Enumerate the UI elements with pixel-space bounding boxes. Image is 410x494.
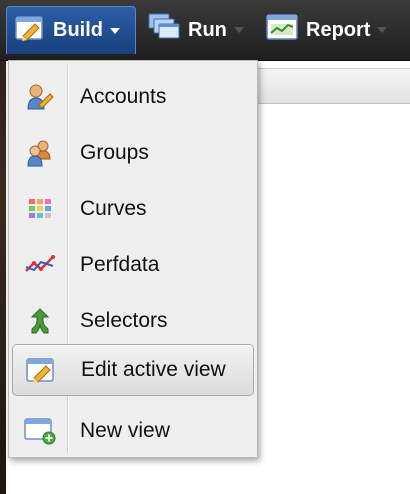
menu-item-new-view[interactable]: New view	[12, 405, 254, 457]
report-menu-button[interactable]: Report	[258, 6, 410, 54]
color-grid-icon	[12, 183, 68, 235]
menu-item-groups[interactable]: Groups	[12, 127, 254, 179]
menu-item-label: New view	[80, 419, 170, 442]
menu-item-edit-active-view[interactable]: Edit active view	[12, 344, 254, 396]
line-chart-icon	[12, 239, 68, 291]
menu-item-label: Curves	[80, 197, 147, 220]
menu-item-label: Perfdata	[80, 253, 160, 276]
toolbar: Build Run Report	[0, 0, 410, 61]
menu-item-accounts[interactable]: Accounts	[12, 71, 254, 123]
chart-window-icon	[266, 14, 298, 46]
chevron-down-icon	[110, 27, 120, 34]
users-icon	[12, 71, 68, 123]
desktop-edge	[0, 0, 6, 494]
edit-view-icon	[15, 15, 45, 47]
report-label: Report	[306, 18, 371, 41]
chevron-down-icon	[233, 27, 244, 33]
chevron-down-icon	[377, 27, 388, 33]
menu-item-label: Accounts	[80, 85, 167, 108]
build-dropdown-menu: Accounts Groups Curves Perfdata Selector…	[8, 60, 258, 458]
edit-view-icon	[13, 344, 69, 396]
group-icon	[12, 127, 68, 179]
run-menu-button[interactable]: Run	[140, 6, 258, 54]
background-panel-header	[250, 68, 410, 104]
menu-item-label: Edit active view	[81, 358, 226, 381]
menu-item-label: Groups	[80, 141, 149, 164]
menu-item-perfdata[interactable]: Perfdata	[12, 239, 254, 291]
new-window-icon	[12, 405, 68, 457]
stacked-windows-icon	[148, 13, 180, 47]
menu-item-curves[interactable]: Curves	[12, 183, 254, 235]
build-label: Build	[53, 19, 103, 41]
menu-item-selectors[interactable]: Selectors	[12, 295, 254, 347]
branch-arrow-icon	[12, 295, 68, 347]
menu-item-label: Selectors	[80, 309, 168, 332]
build-menu-button[interactable]: Build	[6, 6, 136, 54]
run-label: Run	[188, 18, 227, 41]
